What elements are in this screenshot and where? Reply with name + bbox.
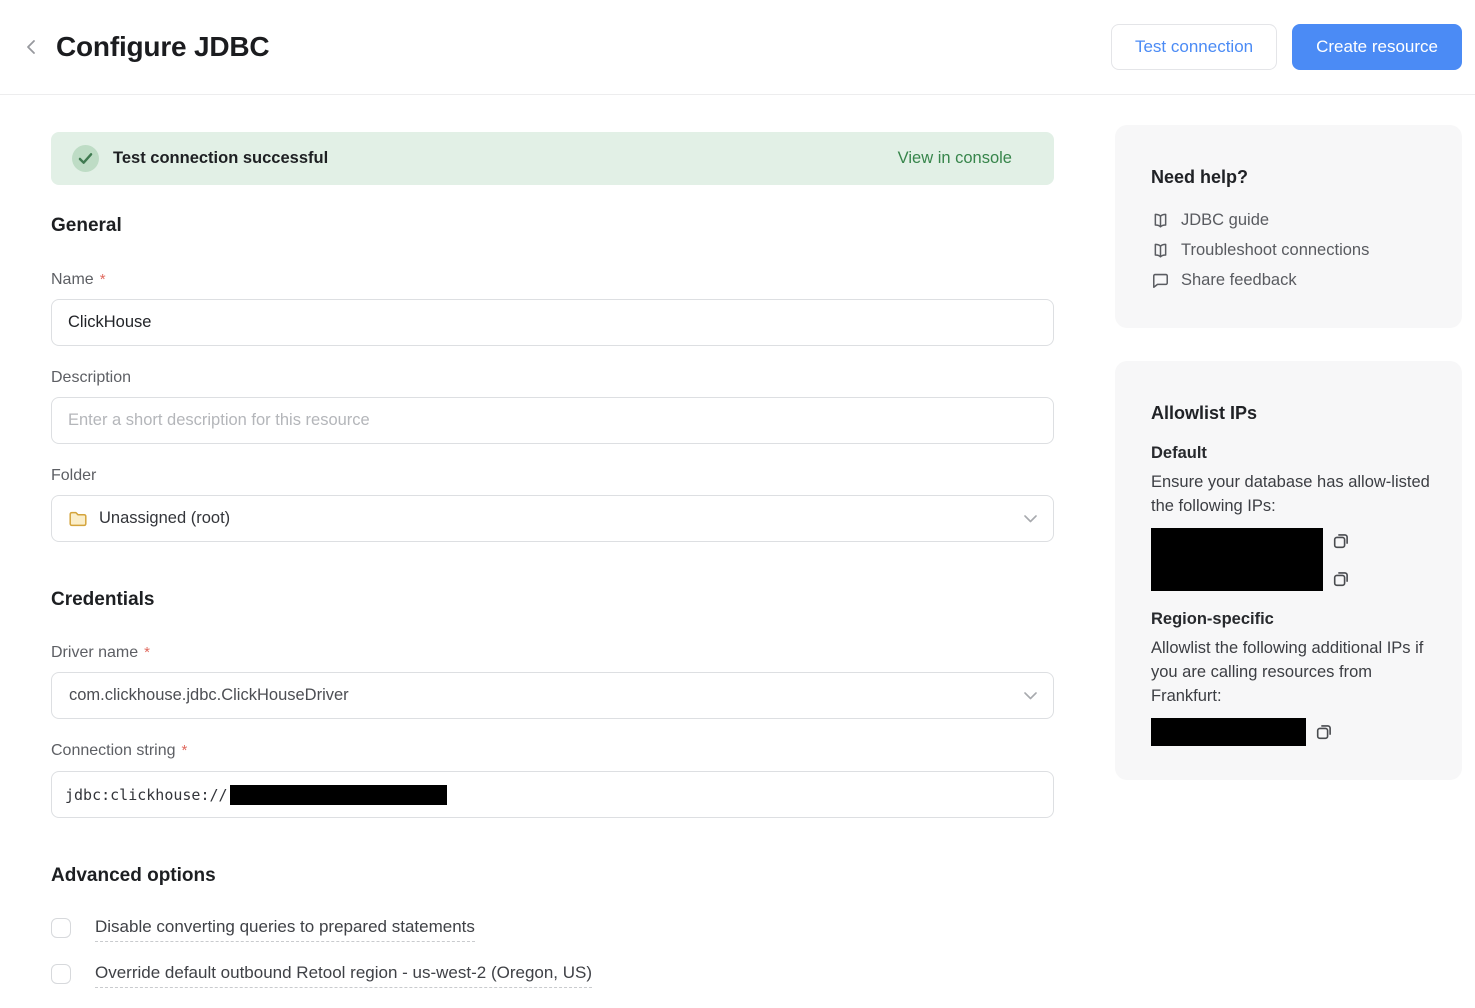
chevron-left-icon [24, 39, 38, 55]
driver-name-value: com.clickhouse.jdbc.ClickHouseDriver [69, 686, 349, 705]
need-help-heading: Need help? [1151, 167, 1432, 188]
folder-value: Unassigned (root) [99, 509, 230, 528]
jdbc-guide-link[interactable]: JDBC guide [1151, 205, 1432, 235]
chevron-down-icon [1024, 692, 1037, 700]
copy-icon[interactable] [1315, 723, 1333, 741]
prepared-statements-label: Disable converting queries to prepared s… [95, 917, 475, 942]
region-description: Allowlist the following additional IPs i… [1151, 637, 1434, 709]
default-ip-row [1151, 528, 1434, 591]
check-circle-icon [72, 145, 99, 172]
create-resource-button[interactable]: Create resource [1292, 24, 1462, 70]
override-region-label: Override default outbound Retool region … [95, 963, 592, 988]
back-button[interactable] [18, 34, 44, 60]
region-specific-subheading: Region-specific [1151, 610, 1434, 629]
test-connection-button[interactable]: Test connection [1111, 24, 1277, 70]
default-subheading: Default [1151, 444, 1434, 463]
need-help-card: Need help? JDBC guide [1115, 125, 1462, 328]
region-ip-row [1151, 718, 1434, 746]
redacted-region-ip [1151, 718, 1306, 746]
connection-string-label: Connection string * [51, 742, 1054, 760]
page-title: Configure JDBC [56, 31, 269, 63]
success-banner: Test connection successful View in conso… [51, 132, 1054, 185]
description-label: Description [51, 369, 1054, 387]
required-asterisk: * [182, 742, 188, 759]
advanced-section-heading: Advanced options [51, 865, 1054, 887]
troubleshoot-connections-link[interactable]: Troubleshoot connections [1151, 235, 1432, 265]
form-column: Test connection successful View in conso… [51, 132, 1054, 988]
required-asterisk: * [100, 271, 106, 288]
description-input[interactable] [51, 397, 1054, 444]
folder-select[interactable]: Unassigned (root) [51, 495, 1054, 542]
override-region-checkbox[interactable] [51, 964, 71, 984]
required-asterisk: * [144, 644, 150, 661]
copy-icon[interactable] [1332, 570, 1350, 588]
folder-label: Folder [51, 467, 1054, 485]
option-row: Override default outbound Retool region … [51, 963, 1054, 988]
default-description: Ensure your database has allow-listed th… [1151, 471, 1434, 519]
name-input[interactable] [51, 299, 1054, 346]
banner-message: Test connection successful [113, 149, 328, 168]
redacted-default-ips [1151, 528, 1323, 591]
allowlist-heading: Allowlist IPs [1151, 403, 1434, 424]
view-in-console-link[interactable]: View in console [898, 149, 1012, 168]
page-header: Configure JDBC Test connection Create re… [0, 0, 1475, 95]
share-feedback-link[interactable]: Share feedback [1151, 265, 1432, 295]
general-section-heading: General [51, 215, 1054, 237]
side-column: Need help? JDBC guide [1115, 132, 1462, 780]
credentials-section-heading: Credentials [51, 589, 1054, 611]
driver-name-select[interactable]: com.clickhouse.jdbc.ClickHouseDriver [51, 672, 1054, 719]
chat-bubble-icon [1151, 271, 1170, 290]
driver-name-label: Driver name * [51, 644, 1054, 662]
connection-string-value: jdbc:clickhouse:// [65, 786, 228, 804]
chevron-down-icon [1024, 515, 1037, 523]
option-row: Disable converting queries to prepared s… [51, 917, 1054, 942]
copy-icon[interactable] [1332, 532, 1350, 550]
book-icon [1151, 211, 1170, 230]
connection-string-input[interactable]: jdbc:clickhouse:// [51, 771, 1054, 818]
name-label: Name * [51, 271, 1054, 289]
book-icon [1151, 241, 1170, 260]
folder-icon [68, 510, 88, 528]
allowlist-ips-card: Allowlist IPs Default Ensure your databa… [1115, 361, 1462, 780]
redacted-connection-host [230, 785, 447, 805]
prepared-statements-checkbox[interactable] [51, 918, 71, 938]
